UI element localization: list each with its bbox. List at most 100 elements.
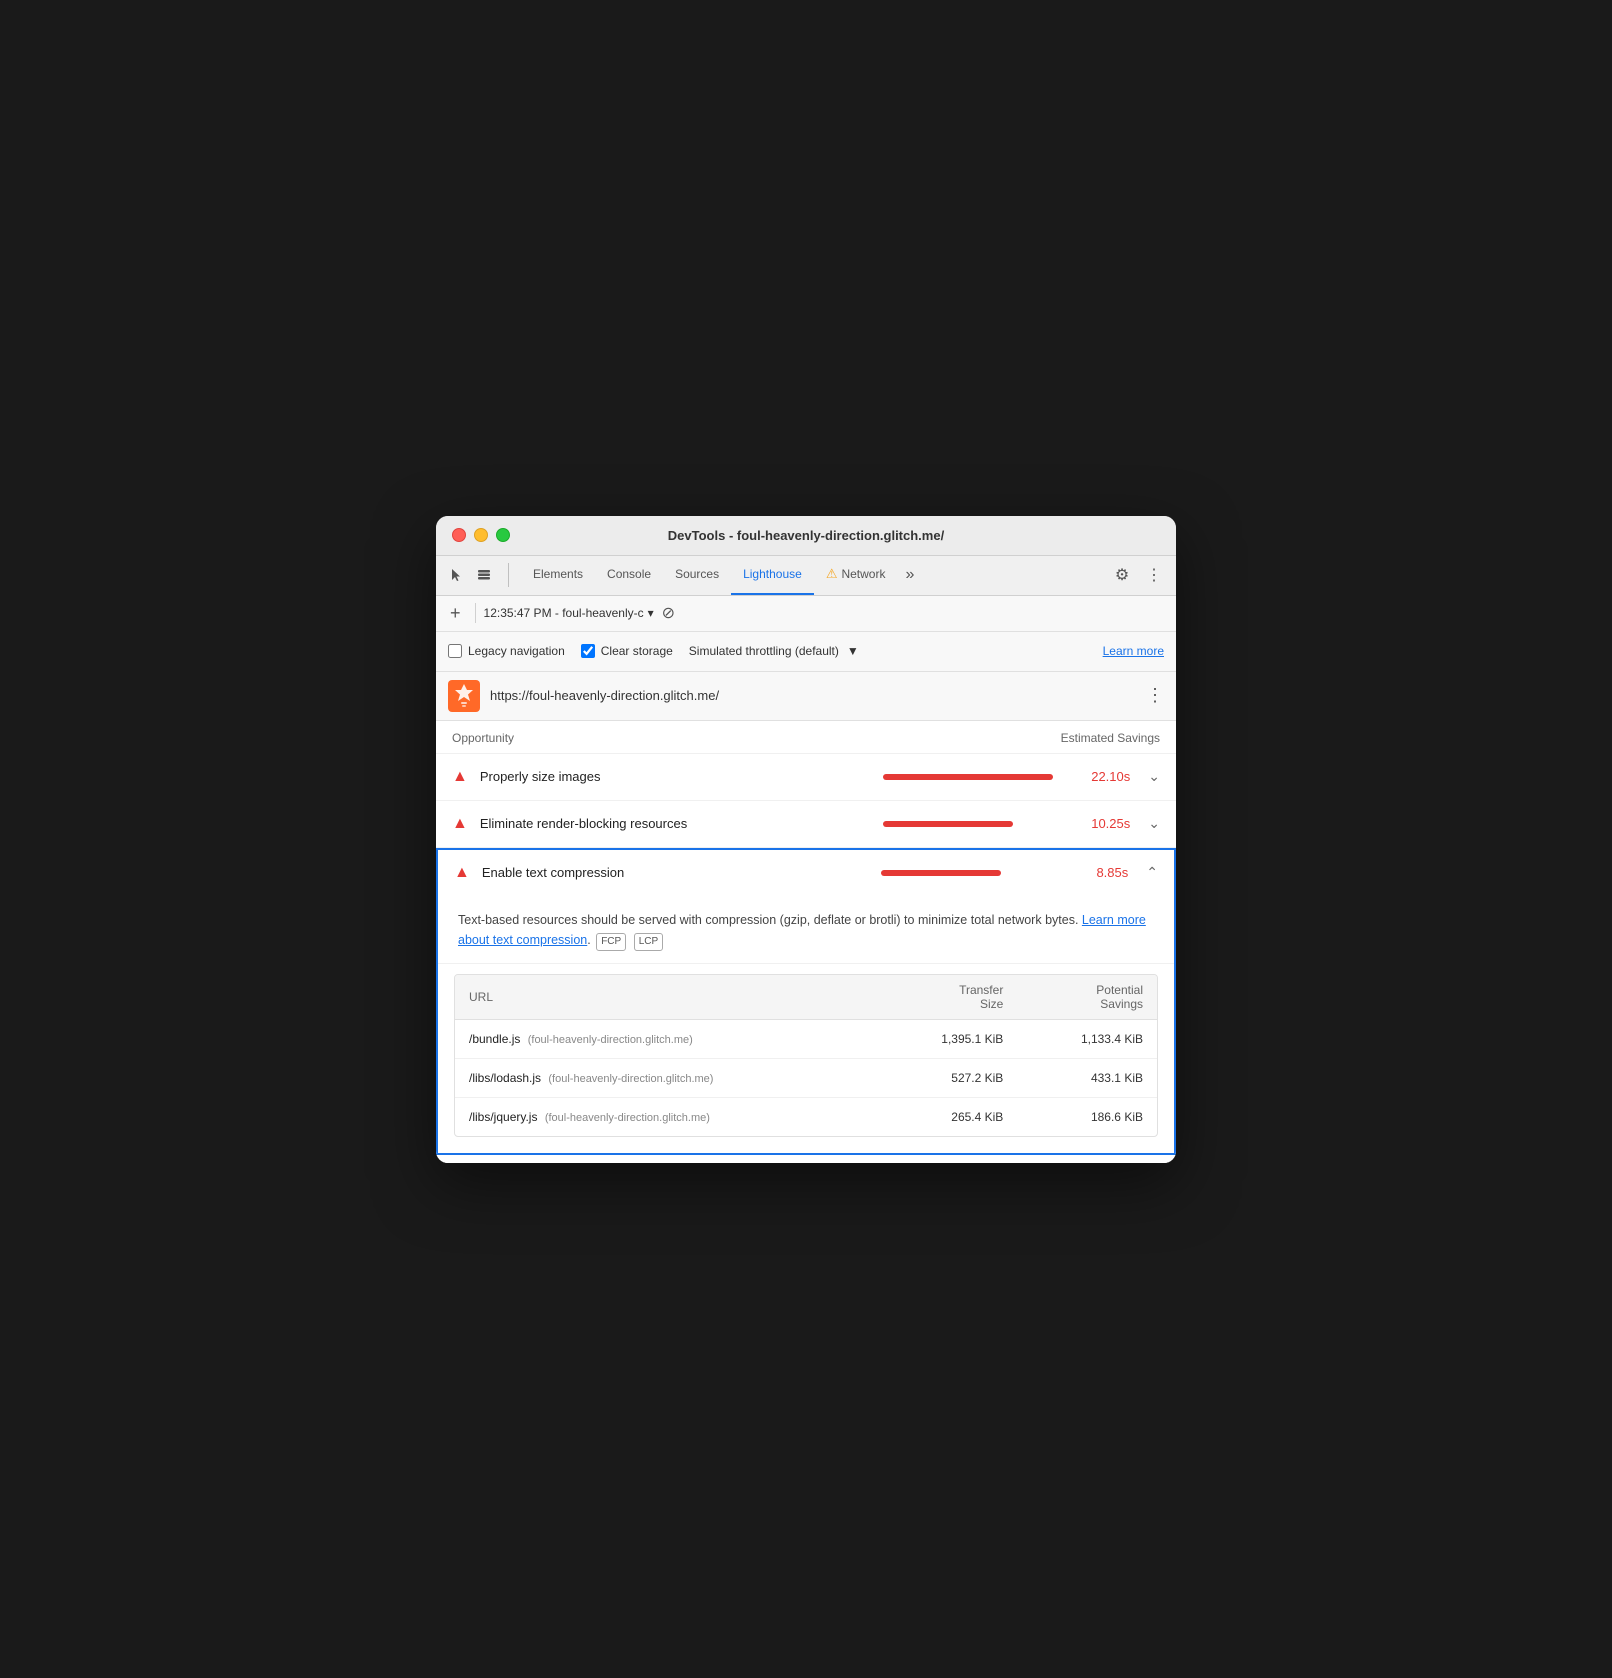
savings-2: 433.1 KiB (1017, 1058, 1157, 1097)
file-cell-3: /libs/jquery.js (foul-heavenly-direction… (455, 1097, 878, 1136)
tab-bar: Elements Console Sources Lighthouse ⚠Net… (436, 556, 1176, 596)
settings-button[interactable]: ⚙ (1108, 561, 1136, 589)
file-cell-2: /libs/lodash.js (foul-heavenly-direction… (455, 1058, 878, 1097)
savings-3: 186.6 KiB (1017, 1097, 1157, 1136)
savings-1: 1,133.4 KiB (1017, 1019, 1157, 1058)
lighthouse-logo-icon (448, 680, 480, 712)
file-name-2: /libs/lodash.js (469, 1071, 541, 1085)
file-host-3: (foul-heavenly-direction.glitch.me) (545, 1112, 710, 1124)
opportunity-row-1[interactable]: ▲ Properly size images 22.10s ⌄ (436, 754, 1176, 801)
file-host-2: (foul-heavenly-direction.glitch.me) (548, 1073, 713, 1085)
throttle-arrow: ▼ (847, 644, 859, 658)
minimize-button[interactable] (474, 528, 488, 542)
opportunity-savings-3: 8.85s (1073, 865, 1128, 880)
tab-bar-icons (444, 563, 509, 587)
transfer-size-1: 1,395.1 KiB (878, 1019, 1018, 1058)
file-name-1: /bundle.js (469, 1032, 520, 1046)
file-host-1: (foul-heavenly-direction.glitch.me) (528, 1034, 693, 1046)
file-cell-1: /bundle.js (foul-heavenly-direction.glit… (455, 1019, 878, 1058)
add-button[interactable]: + (444, 601, 467, 626)
cursor-icon[interactable] (444, 563, 468, 587)
tab-elements[interactable]: Elements (521, 555, 595, 595)
potential-savings-column-header: PotentialSavings (1017, 975, 1157, 1020)
legacy-nav-option[interactable]: Legacy navigation (448, 644, 565, 658)
chevron-up-icon-3: ⌃ (1146, 864, 1158, 881)
expanded-section: Text-based resources should be served wi… (436, 896, 1176, 1155)
tab-settings-area: ⚙ ⋮ (1108, 561, 1168, 589)
toolbar-bar: + 12:35:47 PM - foul-heavenly-c ▾ ⊘ (436, 596, 1176, 632)
lcp-badge: LCP (634, 933, 663, 951)
toolbar-divider (475, 603, 476, 623)
url-more-dots: ⋮ (1146, 685, 1164, 706)
warning-triangle-icon-3: ▲ (454, 864, 470, 882)
no-symbol-button[interactable]: ⊘ (662, 603, 675, 623)
opportunity-label-2: Eliminate render-blocking resources (480, 816, 871, 831)
table-row: /libs/jquery.js (foul-heavenly-direction… (455, 1097, 1157, 1136)
estimated-savings-header: Estimated Savings (1061, 731, 1160, 745)
tabs: Elements Console Sources Lighthouse ⚠Net… (521, 555, 1108, 595)
devtools-window: DevTools - foul-heavenly-direction.glitc… (436, 516, 1176, 1163)
section-header: Opportunity Estimated Savings (436, 721, 1176, 754)
url-text: https://foul-heavenly-direction.glitch.m… (490, 688, 1136, 703)
resources-table: URL TransferSize PotentialSavings /bundl… (455, 975, 1157, 1136)
expanded-description: Text-based resources should be served wi… (438, 896, 1174, 964)
tab-more-button[interactable]: » (897, 555, 922, 595)
transfer-size-2: 527.2 KiB (878, 1058, 1018, 1097)
transfer-size-3: 265.4 KiB (878, 1097, 1018, 1136)
opportunity-bar-container-2 (883, 821, 1063, 827)
opportunity-label-1: Properly size images (480, 769, 871, 784)
close-button[interactable] (452, 528, 466, 542)
tab-network[interactable]: ⚠Network (814, 555, 898, 595)
table-row: /bundle.js (foul-heavenly-direction.glit… (455, 1019, 1157, 1058)
url-bar: https://foul-heavenly-direction.glitch.m… (436, 672, 1176, 721)
opportunity-header: Opportunity (452, 731, 514, 745)
maximize-button[interactable] (496, 528, 510, 542)
description-text: Text-based resources should be served wi… (458, 913, 1082, 927)
chevron-down-icon-1: ⌄ (1148, 768, 1160, 785)
opportunity-bar-1 (883, 774, 1053, 780)
tab-console[interactable]: Console (595, 555, 663, 595)
more-options-button[interactable]: ⋮ (1140, 561, 1168, 589)
traffic-lights (452, 528, 510, 542)
layers-icon[interactable] (472, 563, 496, 587)
opportunity-row-2[interactable]: ▲ Eliminate render-blocking resources 10… (436, 801, 1176, 848)
warning-triangle-icon-2: ▲ (452, 815, 468, 833)
legacy-nav-label: Legacy navigation (468, 644, 565, 658)
learn-more-link[interactable]: Learn more (1103, 644, 1164, 658)
chevron-down-icon-2: ⌄ (1148, 815, 1160, 832)
opportunity-savings-2: 10.25s (1075, 816, 1130, 831)
opportunity-bar-2 (883, 821, 1013, 827)
table-wrapper: URL TransferSize PotentialSavings /bundl… (438, 964, 1174, 1153)
window-title: DevTools - foul-heavenly-direction.glitc… (668, 528, 944, 543)
warning-icon: ⚠ (826, 566, 838, 582)
session-text: 12:35:47 PM - foul-heavenly-c (484, 606, 644, 620)
tab-sources[interactable]: Sources (663, 555, 731, 595)
opportunity-row-3[interactable]: ▲ Enable text compression 8.85s ⌃ (436, 848, 1176, 896)
options-bar: Legacy navigation Clear storage Simulate… (436, 632, 1176, 672)
title-bar: DevTools - foul-heavenly-direction.glitc… (436, 516, 1176, 556)
warning-triangle-icon-1: ▲ (452, 768, 468, 786)
clear-storage-option[interactable]: Clear storage (581, 644, 673, 658)
table-row: /libs/lodash.js (foul-heavenly-direction… (455, 1058, 1157, 1097)
clear-storage-checkbox[interactable] (581, 644, 595, 658)
transfer-size-column-header: TransferSize (878, 975, 1018, 1020)
opportunity-bar-3 (881, 870, 1001, 876)
content-area: Opportunity Estimated Savings ▲ Properly… (436, 721, 1176, 1163)
url-more-button[interactable]: ⋮ (1146, 685, 1164, 706)
file-name-3: /libs/jquery.js (469, 1110, 537, 1124)
opportunity-bar-container-3 (881, 870, 1061, 876)
period: . (587, 933, 594, 947)
opportunity-label-3: Enable text compression (482, 865, 869, 880)
devtools-body: Elements Console Sources Lighthouse ⚠Net… (436, 556, 1176, 1163)
throttle-label: Simulated throttling (default) (689, 644, 839, 658)
opportunity-bar-container-1 (883, 774, 1063, 780)
tab-lighthouse[interactable]: Lighthouse (731, 555, 814, 595)
url-column-header: URL (455, 975, 878, 1020)
table-inner: URL TransferSize PotentialSavings /bundl… (454, 974, 1158, 1137)
fcp-badge: FCP (596, 933, 626, 951)
throttle-dropdown[interactable]: Simulated throttling (default) ▼ (689, 644, 859, 658)
session-dropdown-arrow: ▾ (648, 606, 654, 620)
session-selector[interactable]: 12:35:47 PM - foul-heavenly-c ▾ (484, 606, 654, 620)
clear-storage-label: Clear storage (601, 644, 673, 658)
legacy-nav-checkbox[interactable] (448, 644, 462, 658)
